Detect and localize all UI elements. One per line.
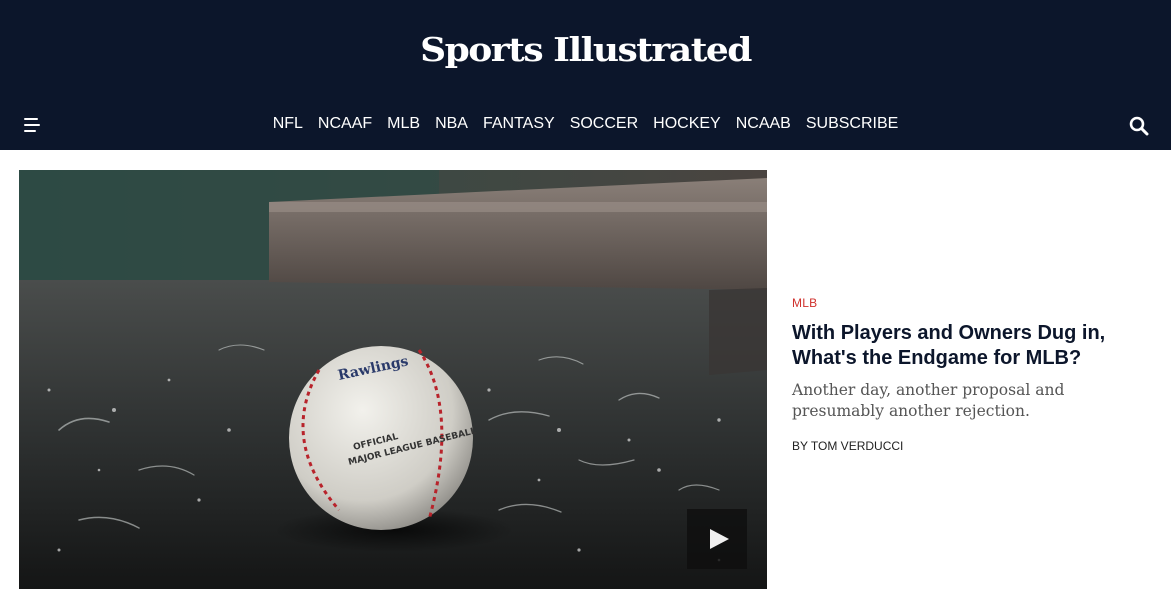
story-byline[interactable]: BY TOM VERDUCCI: [792, 438, 1152, 454]
story-category[interactable]: MLB: [792, 295, 1152, 311]
story-dek: Another day, another proposal and presum…: [792, 381, 1065, 420]
nav-item-hockey[interactable]: HOCKEY: [653, 112, 721, 136]
search-icon: [1129, 116, 1149, 136]
story-headline[interactable]: With Players and Owners Dug in, What's t…: [792, 321, 1152, 371]
nav-item-nba[interactable]: NBA: [435, 112, 468, 136]
nav-item-nfl[interactable]: NFL: [273, 112, 303, 136]
play-icon: [710, 529, 729, 549]
hero-video-thumbnail[interactable]: Rawlings OFFICIAL MAJOR LEAGUE BASEBALL: [19, 170, 767, 589]
baseball-in-rain-image: Rawlings OFFICIAL MAJOR LEAGUE BASEBALL: [19, 170, 767, 589]
main-nav: NFL NCAAF MLB NBA FANTASY SOCCER HOCKEY …: [0, 112, 1171, 136]
nav-item-ncaaf[interactable]: NCAAF: [318, 112, 372, 136]
site-header: Sports Illustrated NFL NCAAF MLB NBA FAN…: [0, 0, 1171, 150]
story-card: MLB With Players and Owners Dug in, What…: [792, 295, 1152, 454]
nav-item-fantasy[interactable]: FANTASY: [483, 112, 555, 136]
search-button[interactable]: [1128, 115, 1150, 137]
nav-item-ncaab[interactable]: NCAAB: [736, 112, 791, 136]
site-logo[interactable]: Sports Illustrated: [0, 30, 1171, 70]
nav-item-mlb[interactable]: MLB: [387, 112, 420, 136]
nav-item-soccer[interactable]: SOCCER: [570, 112, 638, 136]
nav-item-subscribe[interactable]: SUBSCRIBE: [806, 112, 898, 136]
play-button[interactable]: [687, 509, 747, 569]
